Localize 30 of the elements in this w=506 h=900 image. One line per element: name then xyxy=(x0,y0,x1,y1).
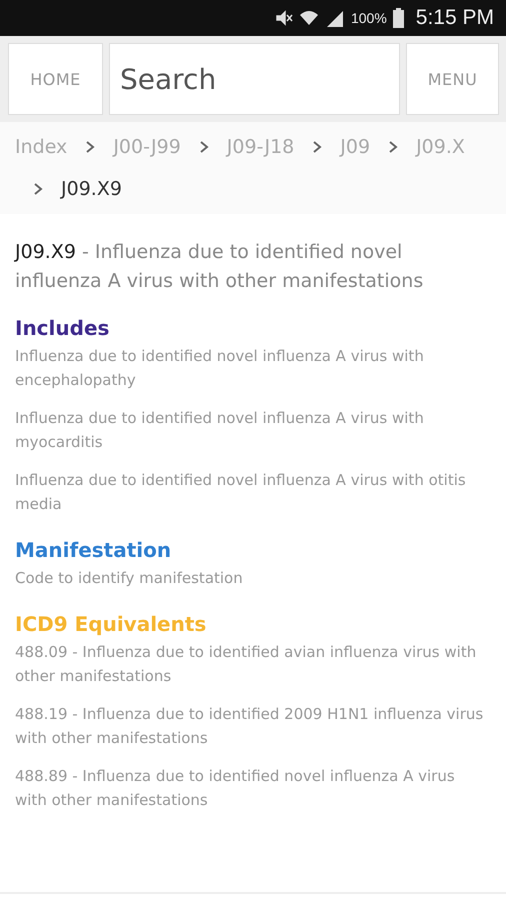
section-heading: ICD9 Equivalents xyxy=(15,612,208,636)
section-item: 488.19 - Influenza due to identified 2009 H1N1 influenza virus with other manifestations xyxy=(15,704,484,749)
section-item: 488.89 - Influenza due to identified novel influenza A virus with other manifestations xyxy=(15,766,456,811)
chevron-right-icon xyxy=(388,140,398,154)
breadcrumb-link[interactable]: J09.X xyxy=(416,126,465,168)
chevron-right-icon xyxy=(85,140,96,154)
menu-button[interactable]: MENU xyxy=(406,43,499,115)
section-item: Influenza due to identified novel influenza A virus with otitis media xyxy=(15,470,467,515)
search-field[interactable]: Search xyxy=(109,43,400,115)
section-item: Code to identify manifestation xyxy=(15,568,244,589)
section-heading: Includes xyxy=(15,316,110,340)
mute-icon xyxy=(274,9,293,27)
breadcrumb-link[interactable]: J00-J99 xyxy=(113,126,181,168)
breadcrumb-link[interactable]: J09-J18 xyxy=(226,126,294,168)
breadcrumb-link[interactable]: Index xyxy=(15,126,68,168)
battery-icon xyxy=(392,8,404,28)
code-title: J09.X9 - Influenza due to identified novel influenza A virus with other manifestations xyxy=(15,240,424,294)
home-button[interactable]: HOME xyxy=(8,43,103,115)
chevron-right-icon xyxy=(312,140,322,154)
chevron-right-icon xyxy=(33,182,43,196)
battery-percent: 100% xyxy=(350,10,387,26)
chevron-right-icon xyxy=(198,140,209,154)
section-item: Influenza due to identified novel influenza A virus with myocarditis xyxy=(15,408,425,453)
breadcrumb-link[interactable]: J09.X9 xyxy=(61,168,122,210)
section-heading: Manifestation xyxy=(15,538,172,562)
breadcrumb-link[interactable]: J09 xyxy=(340,126,370,168)
clock: 5:15 PM xyxy=(416,6,494,30)
section-item: Influenza due to identified novel influenza A virus with encephalopathy xyxy=(15,346,425,391)
section-item: 488.09 - Influenza due to identified avian influenza virus with other manifestations xyxy=(15,642,478,687)
wifi-icon xyxy=(298,9,319,27)
